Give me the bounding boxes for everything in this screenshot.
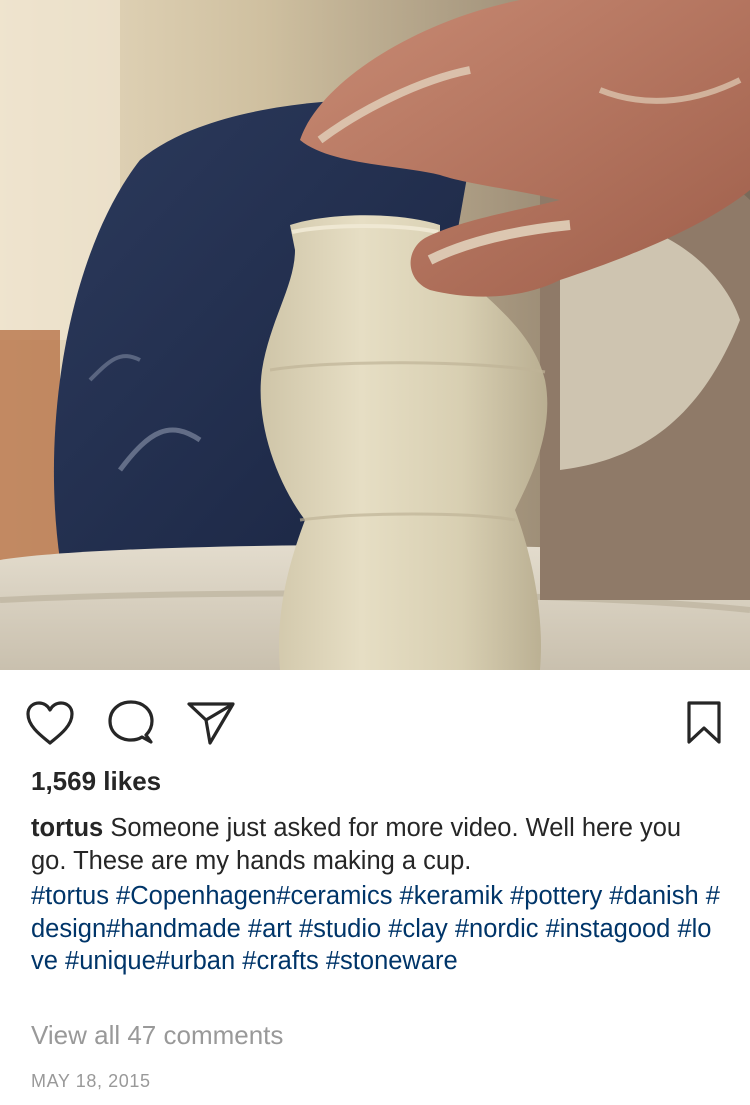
comment-button[interactable]: [104, 696, 158, 750]
comment-icon: [106, 698, 156, 748]
caption-username[interactable]: tortus: [31, 814, 103, 842]
post-timestamp: MAY 18, 2015: [31, 1071, 151, 1091]
heart-icon: [25, 700, 75, 746]
bookmark-icon: [684, 700, 724, 746]
pottery-photo-image: [0, 0, 750, 670]
like-count[interactable]: 1,569 likes: [31, 766, 161, 797]
paper-plane-icon: [186, 700, 236, 746]
post-caption: tortus Someone just asked for more video…: [31, 812, 723, 877]
post-action-bar: [0, 670, 750, 770]
view-all-comments-link[interactable]: View all 47 comments: [31, 1020, 283, 1051]
post-photo[interactable]: [0, 0, 750, 670]
caption-hashtags[interactable]: #tortus #Copenhagen#ceramics #keramik #p…: [31, 880, 723, 978]
share-button[interactable]: [184, 696, 238, 750]
save-button[interactable]: [677, 696, 731, 750]
like-button[interactable]: [23, 696, 77, 750]
caption-text: Someone just asked for more video. Well …: [31, 814, 682, 875]
